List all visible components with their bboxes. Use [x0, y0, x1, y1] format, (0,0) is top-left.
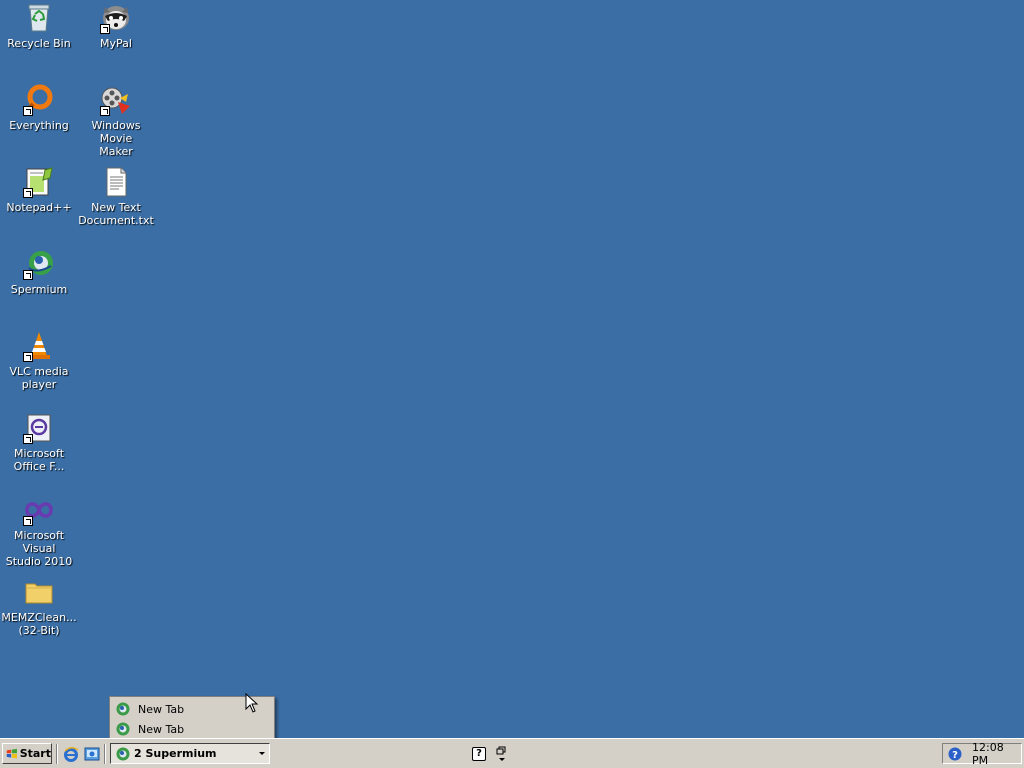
- desktop-icon-label: Microsoft Office F...: [13, 447, 65, 473]
- text-document-icon: [100, 166, 132, 198]
- shortcut-arrow-icon: [23, 434, 33, 444]
- taskbar-group-button-supermium[interactable]: 2 Supermium: [110, 743, 270, 764]
- recycle-bin-icon: [23, 2, 55, 34]
- desktop-icon-label: MyPal: [100, 37, 132, 50]
- start-button[interactable]: Start: [2, 743, 52, 764]
- desktop-icon-label: VLC media player: [9, 365, 69, 391]
- desktop-icon-label: Recycle Bin: [7, 37, 71, 50]
- shortcut-arrow-icon: [23, 516, 33, 526]
- mypal-raccoon-icon: [100, 2, 132, 34]
- desktop-icon-new-text-document[interactable]: New Text Document.txt: [77, 166, 155, 227]
- browser-icon: [115, 701, 131, 717]
- popup-menu-item-label: New Tab: [138, 702, 185, 716]
- visual-studio-infinity-icon: [23, 494, 55, 526]
- shortcut-arrow-icon: [100, 106, 110, 116]
- svg-text:?: ?: [952, 750, 958, 761]
- help-icon[interactable]: ?: [472, 747, 486, 761]
- desktop-icon-microsoft-office[interactable]: Microsoft Office F...: [0, 412, 78, 473]
- folder-icon: [23, 576, 55, 608]
- desktop[interactable]: Recycle Bin MyPal Everything Windows Mov…: [0, 0, 1024, 738]
- desktop-icon-spermium[interactable]: Spermium: [0, 248, 78, 296]
- desktop-icon-label: Everything: [9, 119, 69, 132]
- vlc-cone-icon: [23, 330, 55, 362]
- desktop-icon-everything[interactable]: Everything: [0, 84, 78, 132]
- desktop-icon-label: Notepad++: [6, 201, 72, 214]
- desktop-icon-notepad-plus-plus[interactable]: Notepad++: [0, 166, 78, 214]
- desktop-icon-label: MEMZClean... (32-Bit): [1, 611, 77, 637]
- popup-menu-item-new-tab[interactable]: New Tab: [110, 719, 274, 739]
- system-tray: ? 12:08 PM: [942, 741, 1022, 767]
- notepad-plus-plus-icon: [23, 166, 55, 198]
- quicklaunch-internet-explorer-icon[interactable]: [63, 746, 79, 762]
- taskbar-separator: [104, 744, 106, 764]
- popup-menu-item-label: New Tab: [138, 722, 185, 736]
- quicklaunch-show-desktop-icon[interactable]: [84, 746, 100, 762]
- desktop-icon-windows-movie-maker[interactable]: Windows Movie Maker: [77, 84, 155, 158]
- desktop-icon-recycle-bin[interactable]: Recycle Bin: [0, 2, 78, 50]
- taskbar-group-button-label: 2 Supermium: [134, 747, 217, 760]
- desktop-icon-mypal[interactable]: MyPal: [77, 2, 155, 50]
- dropdown-arrow-icon: [259, 752, 265, 755]
- browser-icon: [115, 746, 131, 762]
- desktop-icon-label: Microsoft Visual Studio 2010: [5, 529, 73, 568]
- desktop-icon-vlc-media-player[interactable]: VLC media player: [0, 330, 78, 391]
- shortcut-arrow-icon: [23, 188, 33, 198]
- movie-maker-film-reel-icon: [100, 84, 132, 116]
- start-button-label: Start: [19, 747, 51, 760]
- spermium-browser-icon: [23, 248, 55, 280]
- mouse-pointer-icon: [245, 693, 259, 713]
- office-tool-icon: [23, 412, 55, 444]
- desktop-icon-label: New Text Document.txt: [78, 201, 154, 227]
- browser-icon: [115, 721, 131, 737]
- shortcut-arrow-icon: [23, 352, 33, 362]
- windows-logo-icon: [6, 748, 17, 758]
- shortcut-arrow-icon: [23, 270, 33, 280]
- desktop-icon-visual-studio-2010[interactable]: Microsoft Visual Studio 2010: [0, 494, 78, 568]
- taskbar-restore-icon[interactable]: [496, 745, 508, 763]
- desktop-icon-label: Spermium: [10, 283, 68, 296]
- taskbar-separator: [56, 744, 58, 764]
- desktop-icon-memzclean-folder[interactable]: MEMZClean... (32-Bit): [0, 576, 78, 637]
- shortcut-arrow-icon: [100, 24, 110, 34]
- taskbar: Start 2 Supermium ? ? 12:08 PM: [0, 738, 1024, 768]
- desktop-icon-label: Windows Movie Maker: [91, 119, 141, 158]
- everything-magnifier-icon: [23, 84, 55, 116]
- clock[interactable]: 12:08 PM: [972, 741, 1021, 767]
- help-and-support-icon[interactable]: ?: [948, 747, 962, 761]
- shortcut-arrow-icon: [23, 106, 33, 116]
